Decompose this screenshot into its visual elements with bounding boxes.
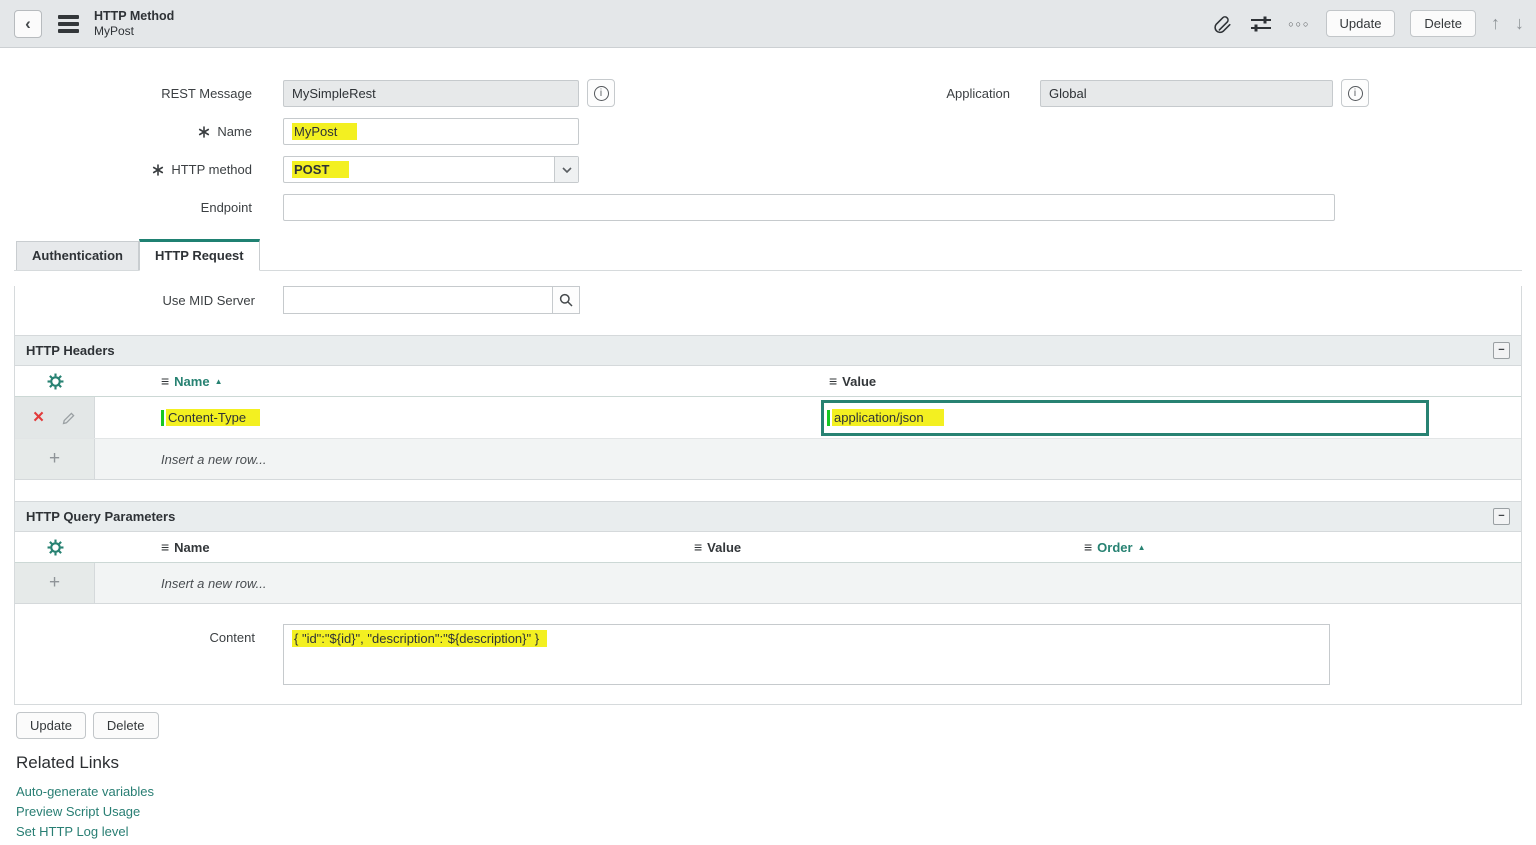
related-links-section: Related Links Auto-generate variables Pr…	[16, 753, 1536, 845]
mandatory-icon	[199, 125, 210, 138]
list-settings-gear-icon[interactable]	[15, 539, 95, 556]
delete-button-header[interactable]: Delete	[1410, 10, 1476, 37]
related-link-set-http-log-level[interactable]: Set HTTP Log level	[16, 824, 1536, 840]
edited-indicator	[827, 409, 830, 426]
sort-icon: ≡	[829, 373, 838, 389]
more-options-icon[interactable]: ○○○	[1288, 19, 1310, 29]
form-fields: REST Message MySimpleRest i Application …	[0, 48, 1536, 221]
collapse-list-button[interactable]: −	[1493, 508, 1510, 525]
application-label: Application	[946, 85, 1010, 101]
http-method-select[interactable]: POST	[283, 156, 579, 183]
application-info-button[interactable]: i	[1341, 79, 1369, 107]
form-footer-buttons: Update Delete	[16, 712, 1536, 739]
update-button-header[interactable]: Update	[1325, 10, 1396, 37]
http-method-label: HTTP method	[0, 162, 252, 177]
add-row-plus-icon[interactable]: +	[15, 563, 95, 603]
update-button-footer[interactable]: Update	[16, 712, 86, 739]
edit-pencil-icon[interactable]	[61, 410, 76, 425]
content-label: Content	[209, 630, 255, 645]
mid-server-lookup-button[interactable]	[552, 286, 580, 314]
value-edit-box-focused[interactable]: application/json	[821, 399, 1429, 436]
insert-new-row[interactable]: + Insert a new row...	[15, 563, 1521, 603]
mandatory-icon	[153, 163, 164, 176]
related-links-title: Related Links	[16, 753, 120, 772]
rest-message-label: REST Message	[161, 85, 252, 101]
column-header-name[interactable]: ≡ Name	[95, 539, 686, 555]
header-name-cell[interactable]: Content-Type	[95, 397, 821, 438]
delete-row-icon[interactable]: ×	[33, 408, 44, 427]
personalize-form-icon[interactable]	[1249, 13, 1273, 35]
info-icon: i	[593, 85, 609, 101]
previous-record-icon[interactable]: ↑	[1491, 13, 1500, 34]
table-row: × Content-Type application/json	[15, 397, 1521, 439]
tab-http-request[interactable]: HTTP Request	[139, 239, 260, 271]
name-label: Name	[0, 124, 252, 139]
mid-server-label: Use MID Server	[162, 292, 255, 308]
column-header-value[interactable]: ≡ Value	[686, 539, 1076, 555]
list-settings-gear-icon[interactable]	[15, 373, 95, 390]
sort-asc-icon: ▲	[1137, 542, 1146, 552]
column-header-name[interactable]: ≡ Name ▲	[95, 373, 821, 389]
rest-message-info-button[interactable]: i	[587, 79, 615, 107]
sort-icon: ≡	[694, 539, 703, 555]
rest-message-field: MySimpleRest	[283, 79, 579, 107]
header-name-value-highlighted: Content-Type	[166, 409, 261, 426]
search-icon	[559, 293, 573, 307]
back-button[interactable]: ‹	[14, 9, 42, 38]
page-title: HTTP Method	[94, 8, 175, 23]
insert-new-row[interactable]: + Insert a new row...	[15, 439, 1521, 479]
http-headers-column-header-row: ≡ Name ▲ ≡ Value	[15, 366, 1521, 397]
related-link-preview-script-usage[interactable]: Preview Script Usage	[16, 804, 1536, 820]
delete-button-footer[interactable]: Delete	[92, 712, 159, 739]
edited-indicator	[161, 409, 164, 426]
form-header-bar: ‹ HTTP Method MyPost ○○○ Update Delete ↑…	[0, 0, 1536, 48]
record-title-block: HTTP Method MyPost	[94, 9, 174, 38]
related-link-auto-generate-variables[interactable]: Auto-generate variables	[16, 784, 1536, 800]
mid-server-field[interactable]	[283, 286, 553, 314]
collapse-list-button[interactable]: −	[1493, 342, 1510, 359]
header-value-highlighted: application/json	[832, 409, 944, 426]
http-headers-title-bar: HTTP Headers −	[15, 336, 1521, 366]
content-value-highlighted: { "id":"${id}", "description":"${descrip…	[292, 630, 548, 647]
row-action-icons: ×	[15, 397, 95, 438]
context-menu-icon[interactable]	[58, 14, 79, 33]
endpoint-label: Endpoint	[200, 200, 252, 215]
collapse-icon: −	[1498, 510, 1505, 522]
http-method-value-highlighted: POST	[292, 161, 350, 178]
http-request-tab-panel: Use MID Server HTTP Headers − ≡ Name ▲ ≡…	[14, 286, 1522, 705]
query-params-title: HTTP Query Parameters	[26, 509, 176, 524]
sort-asc-icon: ▲	[214, 376, 223, 386]
attachment-icon[interactable]	[1212, 13, 1234, 35]
chevron-down-icon	[554, 157, 578, 182]
header-value-cell[interactable]: application/json	[821, 397, 1521, 438]
sort-icon: ≡	[161, 539, 170, 555]
next-record-icon[interactable]: ↓	[1515, 13, 1524, 34]
application-field: Global	[1040, 79, 1333, 107]
query-params-title-bar: HTTP Query Parameters −	[15, 502, 1521, 532]
name-value-highlighted: MyPost	[292, 123, 358, 140]
http-query-parameters-list: HTTP Query Parameters − ≡ Name ≡ Value ≡…	[15, 501, 1521, 604]
http-headers-list: HTTP Headers − ≡ Name ▲ ≡ Value × Conten…	[15, 335, 1521, 480]
endpoint-field[interactable]	[283, 194, 1335, 221]
add-row-plus-icon[interactable]: +	[15, 439, 95, 479]
name-field[interactable]: MyPost	[283, 118, 579, 145]
query-params-column-header-row: ≡ Name ≡ Value ≡ Order ▲	[15, 532, 1521, 563]
record-name: MyPost	[94, 23, 135, 38]
content-textarea[interactable]: { "id":"${id}", "description":"${descrip…	[283, 624, 1330, 685]
info-icon: i	[1347, 85, 1363, 101]
http-headers-title: HTTP Headers	[26, 343, 115, 358]
sort-icon: ≡	[161, 373, 170, 389]
column-header-order[interactable]: ≡ Order ▲	[1076, 539, 1521, 555]
form-tabs: Authentication HTTP Request	[14, 239, 1522, 271]
collapse-icon: −	[1498, 344, 1505, 356]
tab-authentication[interactable]: Authentication	[16, 241, 139, 270]
sort-icon: ≡	[1084, 539, 1093, 555]
back-icon: ‹	[25, 13, 31, 33]
column-header-value[interactable]: ≡ Value	[821, 373, 1521, 389]
